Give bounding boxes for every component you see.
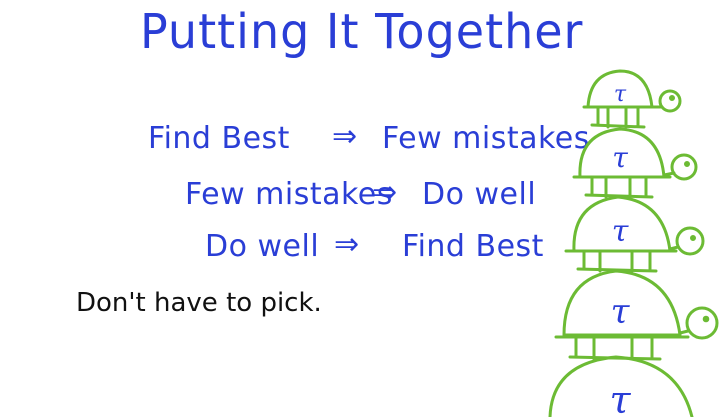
row-2-left-text: Few mistakes <box>185 177 393 212</box>
shell-letter-3: τ <box>612 214 629 249</box>
turtle-icon <box>572 127 698 199</box>
implies-arrow-icon: ⇒ <box>332 119 358 154</box>
shell-letter-4: τ <box>611 292 631 332</box>
turtle-icon <box>564 195 705 273</box>
note-text: Don't have to pick. <box>76 288 322 318</box>
shell-letter-5: τ <box>609 378 631 417</box>
turtle-stack-illustration: τ τ τ τ τ <box>548 69 719 417</box>
shell-letter-1: τ <box>614 82 627 107</box>
row-3-left-text: Do well <box>205 229 320 264</box>
implies-arrow-icon: ⇒ <box>372 175 398 210</box>
turtle-icon <box>554 269 719 361</box>
shell-letter-2: τ <box>612 141 628 174</box>
turtle-icon <box>582 69 682 129</box>
row-1-left-text: Find Best <box>148 121 290 156</box>
implies-arrow-icon: ⇒ <box>334 227 360 262</box>
slide-title: Putting It Together <box>140 2 584 60</box>
